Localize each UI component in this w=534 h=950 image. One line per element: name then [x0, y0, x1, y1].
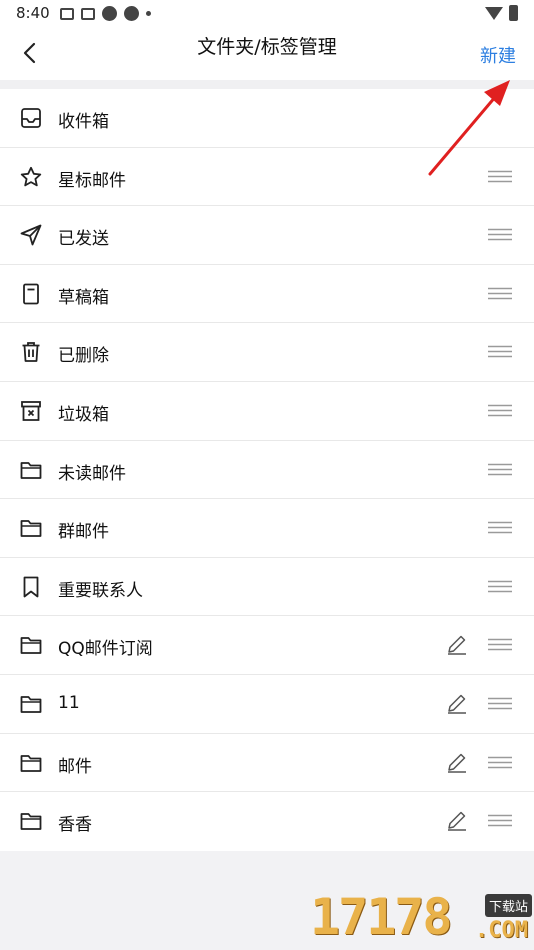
- status-indicators: [485, 5, 518, 21]
- folder-icon: [20, 461, 42, 479]
- mail-notification-icon: [81, 7, 95, 20]
- bookmark-icon: [23, 576, 39, 598]
- draft-icon: [23, 283, 39, 305]
- site-watermark: 17178 下载站 .COM: [310, 888, 534, 950]
- edit-pencil-icon[interactable]: [446, 751, 468, 773]
- folder-icon: [20, 813, 42, 831]
- folder-label: 已删除: [58, 346, 109, 367]
- drag-handle-icon[interactable]: [488, 463, 512, 476]
- trash-icon: [22, 342, 40, 363]
- watermark-badge: 下载站: [484, 894, 532, 917]
- folder-row[interactable]: 垃圾箱: [0, 382, 534, 441]
- page-title: 文件夹/标签管理: [197, 36, 337, 58]
- folder-row[interactable]: 重要联系人: [0, 558, 534, 617]
- folder-label: 草稿箱: [58, 287, 109, 308]
- watermark-suffix: .COM: [475, 918, 528, 943]
- folder-label: 垃圾箱: [58, 404, 109, 425]
- drag-handle-icon[interactable]: [488, 345, 512, 358]
- folder-row[interactable]: 香香: [0, 792, 534, 851]
- drag-handle-icon[interactable]: [488, 697, 512, 710]
- folder-icon: [20, 754, 42, 772]
- more-notifications-icon: [146, 11, 151, 16]
- folder-row[interactable]: QQ邮件订阅: [0, 616, 534, 675]
- star-icon: [20, 166, 42, 186]
- folder-icon: [20, 520, 42, 538]
- folder-label: 已发送: [58, 229, 109, 250]
- folder-label: 收件箱: [58, 112, 109, 132]
- folder-label: QQ邮件订阅: [58, 639, 153, 660]
- app-notification-icon: [102, 6, 117, 21]
- folder-row[interactable]: 已删除: [0, 323, 534, 382]
- drag-handle-icon[interactable]: [488, 756, 512, 769]
- folder-icon: [20, 696, 42, 713]
- battery-icon: [509, 5, 518, 21]
- folder-row[interactable]: 群邮件: [0, 499, 534, 558]
- folder-label: 星标邮件: [58, 170, 126, 191]
- header-divider: [0, 80, 534, 89]
- app-notification-icon: [124, 6, 139, 21]
- folder-row[interactable]: 已发送: [0, 206, 534, 265]
- folder-row[interactable]: 邮件: [0, 734, 534, 793]
- watermark-digits: 17178: [310, 888, 453, 946]
- folder-label: 未读邮件: [58, 463, 126, 484]
- inbox-icon: [21, 108, 41, 128]
- folder-row[interactable]: 收件箱: [0, 89, 534, 148]
- notification-icons: [60, 6, 151, 21]
- folder-row[interactable]: 草稿箱: [0, 265, 534, 324]
- app-header: 文件夹/标签管理 新建: [0, 28, 534, 80]
- folder-label: 香香: [58, 815, 92, 836]
- new-folder-button[interactable]: 新建: [480, 42, 516, 68]
- drag-handle-icon[interactable]: [488, 580, 512, 593]
- folder-label: 重要联系人: [58, 580, 143, 601]
- drag-handle-icon[interactable]: [488, 170, 512, 183]
- edit-pencil-icon[interactable]: [446, 692, 468, 714]
- spam-icon: [21, 401, 41, 421]
- drag-handle-icon[interactable]: [488, 287, 512, 300]
- folder-row[interactable]: 未读邮件: [0, 441, 534, 500]
- folder-label: 邮件: [58, 756, 92, 777]
- folder-row[interactable]: 11: [0, 675, 534, 734]
- status-time: 8:40: [16, 4, 50, 22]
- drag-handle-icon[interactable]: [488, 814, 512, 827]
- edit-pencil-icon[interactable]: [446, 809, 468, 831]
- folder-label: 11: [58, 692, 80, 713]
- send-icon: [20, 224, 42, 246]
- status-bar: 8:40: [0, 0, 534, 28]
- drag-handle-icon[interactable]: [488, 404, 512, 417]
- drag-handle-icon[interactable]: [488, 638, 512, 651]
- folder-row[interactable]: 星标邮件: [0, 148, 534, 207]
- drag-handle-icon[interactable]: [488, 521, 512, 534]
- drag-handle-icon[interactable]: [488, 228, 512, 241]
- folder-icon: [20, 637, 42, 655]
- mail-notification-icon: [60, 7, 74, 20]
- folder-list: 收件箱星标邮件已发送草稿箱已删除垃圾箱未读邮件群邮件重要联系人 QQ邮件订阅 11 邮…: [0, 89, 534, 851]
- wifi-icon: [485, 6, 503, 20]
- folder-label: 群邮件: [58, 522, 109, 543]
- edit-pencil-icon[interactable]: [446, 633, 468, 656]
